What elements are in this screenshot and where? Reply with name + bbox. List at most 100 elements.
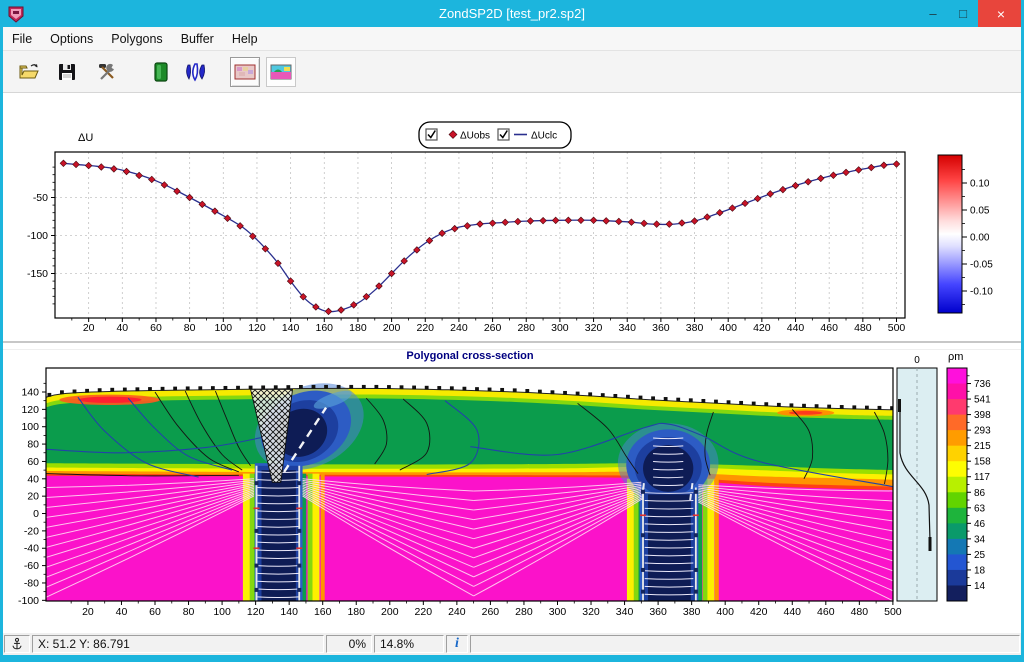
svg-text:200: 200 — [383, 322, 401, 334]
open-file-button[interactable] — [14, 57, 44, 87]
hammer-wrench-icon — [99, 63, 114, 80]
observed-data-view-button[interactable] — [230, 57, 260, 87]
svg-text:34: 34 — [974, 534, 986, 545]
svg-text:40: 40 — [116, 606, 128, 618]
svg-text:ρm: ρm — [948, 351, 963, 363]
svg-text:20: 20 — [83, 322, 95, 334]
svg-text:180: 180 — [347, 606, 365, 618]
svg-text:180: 180 — [349, 322, 367, 334]
svg-text:280: 280 — [515, 606, 533, 618]
svg-text:25: 25 — [974, 550, 986, 561]
svg-text:160: 160 — [314, 606, 332, 618]
tools-button[interactable] — [92, 57, 122, 87]
menu-help[interactable]: Help — [223, 32, 267, 46]
svg-text:200: 200 — [381, 606, 399, 618]
svg-text:420: 420 — [753, 322, 771, 334]
open-folder-icon — [19, 64, 39, 79]
svg-text:380: 380 — [683, 606, 701, 618]
cross-section-title: Polygonal cross-section — [406, 350, 533, 362]
wavelet-filter-button[interactable] — [182, 57, 212, 87]
svg-text:320: 320 — [582, 606, 600, 618]
save-floppy-icon — [59, 64, 75, 80]
svg-text:480: 480 — [851, 606, 869, 618]
svg-text:-20: -20 — [24, 525, 39, 537]
menu-buffer[interactable]: Buffer — [172, 32, 223, 46]
svg-text:20: 20 — [82, 606, 94, 618]
model-section-view-button[interactable] — [266, 57, 296, 87]
svg-text:293: 293 — [974, 426, 991, 437]
svg-text:20: 20 — [27, 491, 39, 503]
svg-text:400: 400 — [716, 606, 734, 618]
svg-text:18: 18 — [974, 565, 986, 576]
svg-text:40: 40 — [116, 322, 128, 334]
data-pseudosection-icon — [234, 64, 256, 80]
svg-text:300: 300 — [549, 606, 567, 618]
zondsp2d-window: { "window": { "title": "ZondSP2D [test_p… — [0, 0, 1024, 662]
svg-text:380: 380 — [686, 322, 704, 334]
svg-text:260: 260 — [484, 322, 502, 334]
svg-text:-80: -80 — [24, 577, 39, 589]
svg-text:140: 140 — [21, 387, 39, 399]
du-chart-svg: 20 40 60 80 100 120 140 160 180 200 220 240 260 280 30… — [27, 121, 993, 334]
svg-text:360: 360 — [649, 606, 667, 618]
svg-text:500: 500 — [888, 322, 906, 334]
status-bar: X: 51.2 Y: 86.791 0% 14.8% i — [3, 633, 1021, 655]
svg-text:63: 63 — [974, 503, 986, 514]
svg-text:460: 460 — [820, 322, 838, 334]
minimize-button[interactable]: – — [918, 0, 948, 27]
info-icon: i — [455, 636, 459, 651]
window-border-bottom — [0, 655, 1024, 662]
menu-options[interactable]: Options — [41, 32, 102, 46]
svg-text:0: 0 — [33, 508, 39, 520]
window-title: ZondSP2D [test_pr2.sp2] — [439, 6, 585, 21]
cursor-tool-panel — [4, 635, 30, 653]
svg-text:0: 0 — [914, 355, 920, 366]
svg-text:-50: -50 — [33, 192, 48, 204]
svg-text:0.10: 0.10 — [970, 179, 990, 190]
menu-bar: File Options Polygons Buffer Help — [3, 27, 1021, 51]
svg-text:158: 158 — [974, 457, 991, 468]
svg-text:140: 140 — [282, 322, 300, 334]
cursor-coordinates: X: 51.2 Y: 86.791 — [32, 635, 324, 653]
menu-file[interactable]: File — [3, 32, 41, 46]
svg-text:100: 100 — [21, 421, 39, 433]
svg-text:340: 340 — [616, 606, 634, 618]
green-block-icon — [154, 62, 168, 82]
svg-text:-40: -40 — [24, 543, 39, 555]
du-axis-label: ΔU — [78, 132, 93, 144]
svg-text:460: 460 — [817, 606, 835, 618]
du-legend[interactable]: ΔUobs ΔUclc — [418, 121, 572, 149]
profile-panel[interactable]: 0 — [896, 355, 938, 602]
info-panel[interactable]: i — [446, 635, 468, 653]
svg-text:340: 340 — [618, 322, 636, 334]
svg-text:-100: -100 — [27, 230, 48, 242]
svg-text:480: 480 — [854, 322, 872, 334]
svg-text:260: 260 — [482, 606, 500, 618]
progress-left: 0% — [326, 635, 372, 653]
svg-text:60: 60 — [150, 322, 162, 334]
save-file-button[interactable] — [52, 57, 82, 87]
svg-text:46: 46 — [974, 519, 986, 530]
svg-text:100: 100 — [215, 322, 233, 334]
svg-text:215: 215 — [974, 441, 991, 452]
svg-text:0.00: 0.00 — [970, 233, 990, 244]
svg-text:60: 60 — [149, 606, 161, 618]
anchor-icon — [12, 637, 22, 650]
du-profile-chart[interactable]: 20 40 60 80 100 120 140 160 180 200 220 240 260 280 30… — [0, 93, 1024, 341]
svg-text:-0.05: -0.05 — [970, 260, 993, 271]
window-border-left — [0, 0, 3, 662]
blue-waves-icon — [186, 63, 205, 82]
svg-text:220: 220 — [415, 606, 433, 618]
run-inversion-button[interactable] — [146, 57, 176, 87]
close-button[interactable]: × — [978, 0, 1024, 27]
svg-text:100: 100 — [213, 606, 231, 618]
polygonal-cross-section-panel[interactable]: Polygonal cross-section 20 40 60 80 100 120 140… — [0, 345, 1024, 633]
toolbar — [3, 51, 1021, 93]
du-series — [59, 159, 901, 316]
svg-text:440: 440 — [787, 322, 805, 334]
svg-text:120: 120 — [248, 322, 266, 334]
svg-text:320: 320 — [585, 322, 603, 334]
menu-polygons[interactable]: Polygons — [102, 32, 171, 46]
svg-text:-0.10: -0.10 — [970, 287, 993, 298]
maximize-button[interactable]: □ — [948, 0, 978, 27]
